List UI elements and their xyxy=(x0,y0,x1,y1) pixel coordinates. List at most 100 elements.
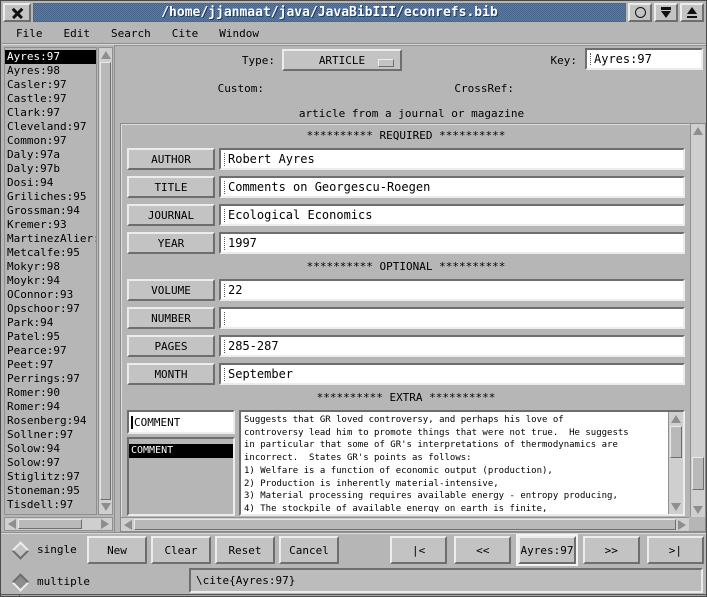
scroll-right-icon[interactable] xyxy=(99,518,111,530)
reference-list-item[interactable]: Tisdell:97 xyxy=(5,498,96,512)
field-input-author[interactable]: Robert Ayres xyxy=(219,148,685,170)
field-label-year[interactable]: YEAR xyxy=(127,232,215,254)
menu-item-window[interactable]: Window xyxy=(219,27,259,40)
key-input[interactable]: Ayres:97 xyxy=(585,48,703,70)
field-label-author[interactable]: AUTHOR xyxy=(127,148,215,170)
reference-list-item[interactable]: Kremer:93 xyxy=(5,218,96,232)
reference-list-item[interactable]: Patel:95 xyxy=(5,330,96,344)
nav-current-record[interactable]: Ayres:97 xyxy=(518,536,575,564)
reference-list-item[interactable]: Sollner:97 xyxy=(5,428,96,442)
close-button[interactable] xyxy=(3,3,31,22)
nav-next-button[interactable]: >> xyxy=(583,536,640,564)
form-horizontal-scrollbar[interactable] xyxy=(121,517,689,531)
field-label-title[interactable]: TITLE xyxy=(127,176,215,198)
scroll-up-icon[interactable] xyxy=(99,49,112,61)
reference-list-item[interactable]: Moykr:94 xyxy=(5,274,96,288)
multiple-radio-label[interactable]: multiple xyxy=(37,575,90,588)
scroll-left-icon[interactable] xyxy=(6,518,18,530)
field-label-volume[interactable]: VOLUME xyxy=(127,279,215,301)
reference-list-item[interactable]: Common:97 xyxy=(5,134,96,148)
scroll-up-icon[interactable] xyxy=(691,125,705,137)
field-input-journal[interactable]: Ecological Economics xyxy=(219,204,685,226)
reference-list-item[interactable]: Stoneman:95 xyxy=(5,484,96,498)
reference-list-item[interactable]: Rosenberg:94 xyxy=(5,414,96,428)
window-title-area[interactable]: /home/jjanmaat/java/JavaBibIII/econrefs.… xyxy=(33,3,626,22)
field-input-volume[interactable]: 22 xyxy=(219,279,685,301)
extra-key-list[interactable]: COMMENT xyxy=(127,437,235,516)
field-label-journal[interactable]: JOURNAL xyxy=(127,204,215,226)
reference-list-item[interactable]: OConnor:93 xyxy=(5,288,96,302)
reference-list-item[interactable]: Solow:97 xyxy=(5,456,96,470)
reference-list-item[interactable]: Perrings:97 xyxy=(5,372,96,386)
reference-list-item[interactable]: Grossman:94 xyxy=(5,204,96,218)
reference-list-item[interactable]: Clark:97 xyxy=(5,106,96,120)
cite-command-input[interactable]: \cite{Ayres:97} xyxy=(189,568,703,593)
cancel-button[interactable]: Cancel xyxy=(279,536,339,564)
reference-list-item[interactable]: Castle:97 xyxy=(5,92,96,106)
single-radio-label[interactable]: single xyxy=(37,543,77,556)
menu-item-edit[interactable]: Edit xyxy=(64,27,91,40)
window-menu-button[interactable] xyxy=(628,3,652,22)
menu-item-search[interactable]: Search xyxy=(111,27,151,40)
scroll-thumb[interactable] xyxy=(692,457,704,490)
window-titlebar[interactable]: /home/jjanmaat/java/JavaBibIII/econrefs.… xyxy=(2,2,705,24)
reference-list-item[interactable]: Solow:94 xyxy=(5,442,96,456)
field-input-pages[interactable]: 285-287 xyxy=(219,335,685,357)
scroll-thumb[interactable] xyxy=(18,519,82,529)
reference-list-item[interactable]: Griliches:95 xyxy=(5,190,96,204)
reference-list-item[interactable]: Park:94 xyxy=(5,316,96,330)
scroll-up-icon[interactable] xyxy=(669,413,683,425)
reference-list-item[interactable]: Daly:97b xyxy=(5,162,96,176)
extra-key-input[interactable]: COMMENT xyxy=(127,410,235,434)
reference-list-item[interactable]: Opschoor:97 xyxy=(5,302,96,316)
type-dropdown[interactable]: ARTICLE xyxy=(282,49,402,71)
scroll-down-icon[interactable] xyxy=(691,504,705,516)
reference-list-item[interactable]: Ayres:98 xyxy=(5,64,96,78)
scroll-left-icon[interactable] xyxy=(122,518,134,531)
extra-key-item[interactable]: COMMENT xyxy=(129,444,233,458)
field-input-title[interactable]: Comments on Georgescu-Roegen xyxy=(219,176,685,198)
nav-prev-button[interactable]: << xyxy=(454,536,511,564)
reference-list-horizontal-scrollbar[interactable] xyxy=(4,517,113,531)
reference-list-item[interactable]: Romer:94 xyxy=(5,400,96,414)
reference-list-item[interactable]: Daly:97a xyxy=(5,148,96,162)
reference-list-item[interactable]: Peet:97 xyxy=(5,358,96,372)
new-button[interactable]: New xyxy=(87,536,147,564)
reference-list-item[interactable]: Ayres:97 xyxy=(5,50,96,64)
form-vertical-scrollbar[interactable] xyxy=(690,124,705,517)
menu-item-file[interactable]: File xyxy=(16,27,43,40)
comment-scrollbar[interactable] xyxy=(668,412,683,514)
menu-item-cite[interactable]: Cite xyxy=(172,27,199,40)
reference-list-item[interactable]: Stiglitz:97 xyxy=(5,470,96,484)
scroll-thumb[interactable] xyxy=(670,426,682,458)
scroll-thumb[interactable] xyxy=(100,62,111,500)
scroll-right-icon[interactable] xyxy=(676,518,688,531)
single-radio[interactable] xyxy=(11,541,29,559)
multiple-radio[interactable] xyxy=(11,573,29,591)
field-input-month[interactable]: September xyxy=(219,363,685,385)
reference-list-item[interactable]: Pearce:97 xyxy=(5,344,96,358)
maximize-button[interactable] xyxy=(680,3,704,22)
reference-list-item[interactable]: Cleveland:97 xyxy=(5,120,96,134)
clear-button[interactable]: Clear xyxy=(151,536,211,564)
scroll-thumb[interactable] xyxy=(134,519,676,530)
reference-list-item[interactable]: Dosi:94 xyxy=(5,176,96,190)
nav-last-button[interactable]: >| xyxy=(647,536,704,564)
reference-list-vertical-scrollbar[interactable] xyxy=(98,47,113,515)
reference-list-item[interactable]: Mokyr:98 xyxy=(5,260,96,274)
reference-list-item[interactable]: Romer:90 xyxy=(5,386,96,400)
field-input-number[interactable] xyxy=(219,307,685,329)
reference-list-item[interactable]: Metcalfe:95 xyxy=(5,246,96,260)
reference-list[interactable]: Ayres:97Ayres:98Casler:97Castle:97Clark:… xyxy=(4,47,97,515)
scroll-down-icon[interactable] xyxy=(669,501,683,513)
field-label-pages[interactable]: PAGES xyxy=(127,335,215,357)
reference-list-item[interactable]: Casler:97 xyxy=(5,78,96,92)
reference-list-item[interactable]: MartinezAlier:97 xyxy=(5,232,96,246)
field-label-number[interactable]: NUMBER xyxy=(127,307,215,329)
field-label-month[interactable]: MONTH xyxy=(127,363,215,385)
comment-textarea[interactable]: Suggests that GR loved controversy, and … xyxy=(244,414,666,512)
reset-button[interactable]: Reset xyxy=(215,536,275,564)
nav-first-button[interactable]: |< xyxy=(390,536,447,564)
minimize-button[interactable] xyxy=(654,3,678,22)
field-input-year[interactable]: 1997 xyxy=(219,232,685,254)
